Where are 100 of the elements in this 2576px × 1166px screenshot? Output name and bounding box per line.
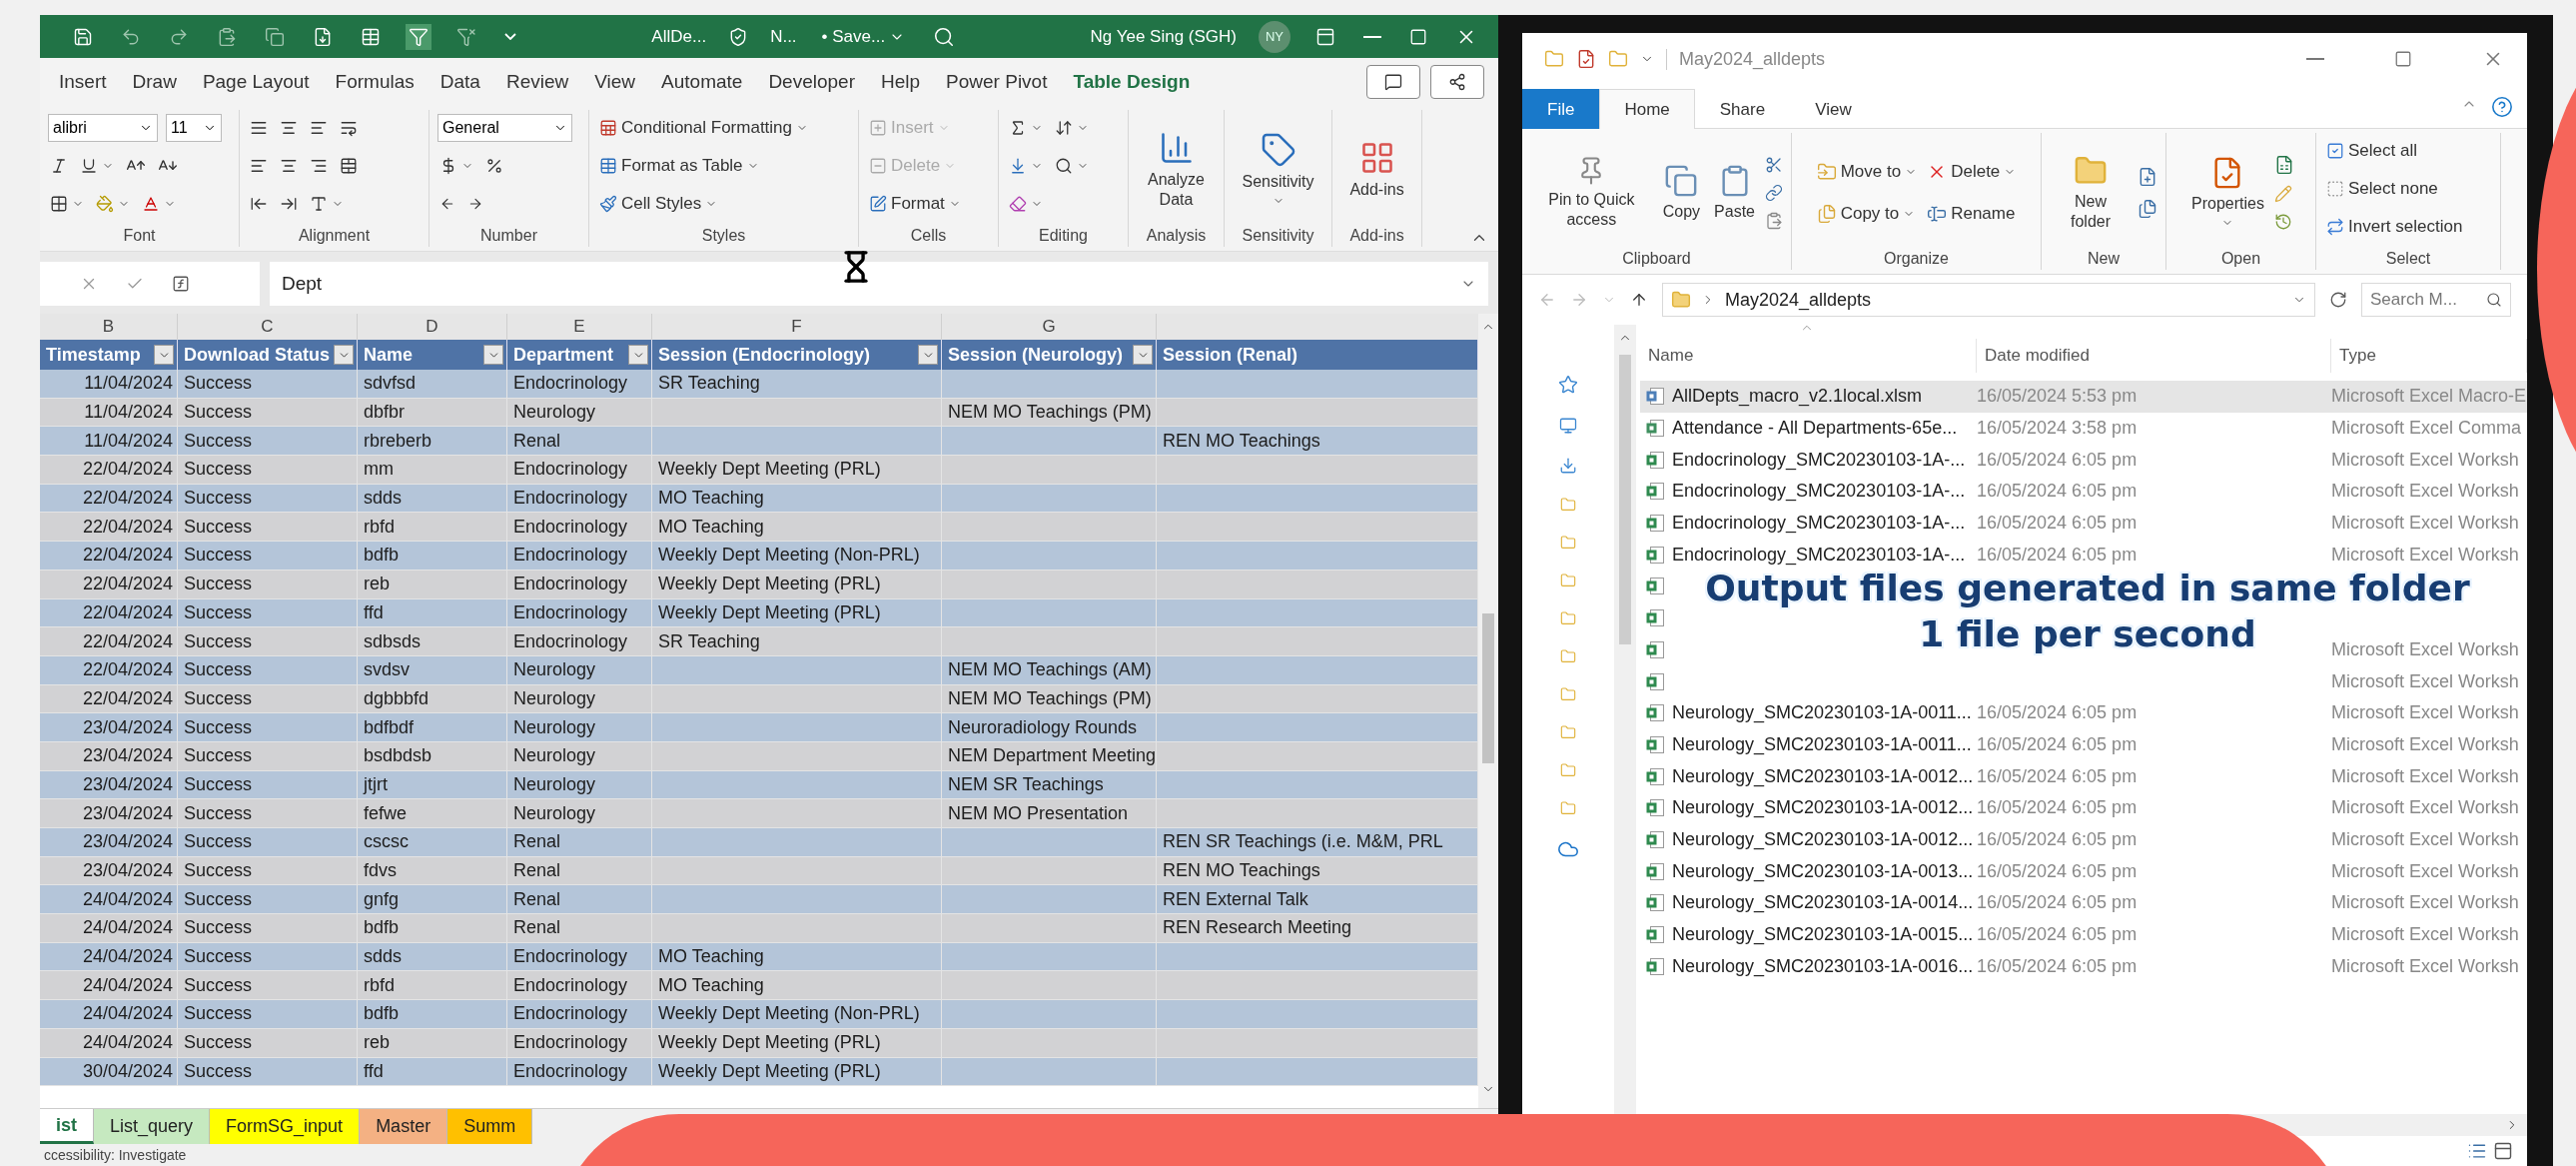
column-header[interactable]: Name	[1648, 346, 1694, 366]
date-modified: 16/05/2024 6:05 pm	[1977, 544, 2138, 565]
ribbon-tab[interactable]: Help	[868, 71, 934, 93]
downloads-icon[interactable]	[1559, 457, 1577, 475]
ribbon-tab[interactable]: Data	[427, 71, 493, 93]
ribbon-tab[interactable]: Review	[492, 71, 582, 93]
file-name[interactable]: Endocrinology_SMC20230103-1A-...	[1672, 544, 1966, 566]
sheet-tab[interactable]: List_query	[94, 1109, 211, 1144]
properties-icon[interactable]	[1576, 49, 1596, 69]
file-name[interactable]: Neurology_SMC20230103-1A-0012...	[1672, 828, 1974, 850]
quick-access-icon[interactable]	[1558, 375, 1578, 395]
paste-button[interactable]: Paste	[1710, 159, 1759, 226]
selected-row[interactable]: AllDepts_macro_v2.1local.xlsm 16/05/2024 5:53 pm Microsoft Excel Macro-E	[1640, 381, 2527, 413]
insert-function-icon[interactable]	[172, 275, 190, 293]
select-button[interactable]: Select none	[2324, 177, 2440, 201]
file-name[interactable]: Endocrinology_SMC20230103-1A-...	[1672, 449, 1966, 471]
copy-button[interactable]: Copy	[1658, 159, 1705, 226]
easy-access-icon[interactable]	[2138, 198, 2157, 219]
file-name[interactable]: Neurology_SMC20230103-1A-0016...	[1672, 955, 1974, 977]
styles-button[interactable]: Conditional Formatting	[597, 116, 811, 140]
new-item-icon[interactable]	[2138, 166, 2157, 187]
delete-button[interactable]: Delete	[1925, 159, 2019, 184]
cells-button[interactable]: Format	[867, 192, 963, 216]
ribbon-tab[interactable]: Table Design	[1060, 71, 1204, 93]
filter-button[interactable]	[406, 23, 431, 50]
file-type: Microsoft Excel Worksh	[2331, 860, 2519, 881]
spreadsheet-file-icon	[1646, 388, 1664, 406]
select-button[interactable]: Invert selection	[2324, 215, 2465, 239]
rename-button[interactable]: Rename	[1925, 201, 2019, 226]
borders-icon	[50, 195, 68, 213]
ribbon-tab[interactable]: View	[581, 71, 649, 93]
file-name[interactable]: Neurology_SMC20230103-1A-0014...	[1672, 892, 1974, 914]
timestamp-cell: 30/04/2024	[40, 1057, 178, 1087]
minimize-button[interactable]	[2303, 55, 2327, 63]
ribbon-tab[interactable]: File	[1522, 89, 1600, 129]
ribbon-tab[interactable]: View	[1790, 89, 1877, 129]
properties-button[interactable]: Properties	[2187, 151, 2268, 234]
sheet-tab[interactable]: FormSG_input	[210, 1109, 361, 1144]
column-header[interactable]: Type	[2339, 346, 2376, 366]
desktop-icon[interactable]	[1559, 417, 1577, 435]
scrollbar-thumb[interactable]	[1482, 612, 1494, 763]
file-type: Microsoft Excel Worksh	[2331, 481, 2519, 502]
add-ins-button[interactable]: Add-ins	[1345, 135, 1408, 204]
share-button[interactable]	[1430, 65, 1484, 99]
help-icon[interactable]	[2491, 95, 2513, 118]
save-status-button[interactable]: • Save...	[818, 23, 909, 50]
search-field[interactable]: Search M...	[2361, 283, 2511, 317]
comments-button[interactable]	[1366, 65, 1420, 99]
date-modified: 16/05/2024 6:05 pm	[1977, 892, 2138, 913]
name-cell: bdfb	[358, 1000, 507, 1029]
font-name-dropdown[interactable]: alibri	[48, 114, 158, 142]
spreadsheet-file-icon	[1646, 704, 1664, 722]
ribbon-tab[interactable]: Share	[1694, 89, 1791, 129]
sheet-tab[interactable]: ist	[40, 1109, 94, 1144]
pin-button[interactable]: Pin to Quick access	[1530, 152, 1653, 233]
ribbon-tab[interactable]: Power Pivot	[933, 71, 1061, 93]
file-name[interactable]: Endocrinology_SMC20230103-1A-...	[1672, 481, 1966, 503]
scrollbar-thumb[interactable]	[1619, 355, 1631, 644]
new-folder-button[interactable]: New folder	[2050, 150, 2132, 235]
user-avatar[interactable]: NY	[1259, 20, 1290, 53]
sheet-tab[interactable]: Master	[360, 1109, 448, 1144]
sheet-tab[interactable]: Summ	[447, 1109, 533, 1144]
customize-button[interactable]	[501, 30, 519, 43]
copy-path-icon[interactable]	[1765, 183, 1783, 202]
file-name[interactable]: Neurology_SMC20230103-1A-0012...	[1672, 797, 1974, 819]
file-name[interactable]: AllDepts_macro_v2.1local.xlsm	[1672, 386, 1923, 408]
up-icon[interactable]	[1630, 291, 1648, 309]
font-size-dropdown[interactable]: 11	[166, 114, 222, 142]
file-name[interactable]: Neurology_SMC20230103-1A-0015...	[1672, 924, 1974, 946]
refresh-icon[interactable]	[2329, 291, 2347, 309]
move-to-button[interactable]: Move to	[1814, 159, 1920, 184]
file-name[interactable]: Attendance - All Departments-65e...	[1672, 418, 1958, 440]
address-bar[interactable]: May2024_alldepts	[1662, 283, 2315, 317]
file-name[interactable]: Neurology_SMC20230103-1A-0013...	[1672, 860, 1974, 882]
ribbon-tab[interactable]: Formulas	[322, 71, 428, 93]
ribbon-tab[interactable]: Automate	[648, 71, 756, 93]
name-cell: bdfbdf	[358, 713, 507, 742]
styles-button[interactable]: Format as Table	[597, 154, 761, 178]
paste-shortcut-icon[interactable]	[1765, 211, 1783, 230]
cut-icon[interactable]	[1765, 155, 1783, 174]
sensitivity-button[interactable]: Sensitivity	[1238, 127, 1318, 212]
details-view-icon[interactable]	[2467, 1141, 2487, 1161]
file-name[interactable]: Neurology_SMC20230103-1A-0012...	[1672, 765, 1974, 787]
file-name[interactable]: Endocrinology_SMC20230103-1A-...	[1672, 513, 1966, 535]
column-header: Session (Renal)	[1163, 344, 1298, 366]
column-header[interactable]: Date modified	[1985, 346, 2090, 366]
history-icon[interactable]	[2273, 212, 2292, 231]
ribbon-tab[interactable]: Developer	[755, 71, 868, 93]
ribbon-tab[interactable]: Draw	[119, 71, 190, 93]
large-icons-view-icon[interactable]	[2493, 1141, 2513, 1161]
copy-to-button[interactable]: Copy to	[1814, 201, 1920, 226]
analyze-data-button[interactable]: Analyze Data	[1137, 126, 1216, 213]
ribbon-tab[interactable]: Page Layout	[189, 71, 323, 93]
select-button[interactable]: Select all	[2324, 139, 2419, 163]
file-name[interactable]: Neurology_SMC20230103-1A-0011...	[1672, 733, 1972, 755]
ribbon-tab[interactable]: Insert	[46, 71, 120, 93]
file-name[interactable]: Neurology_SMC20230103-1A-0011...	[1672, 702, 1972, 724]
number-format-dropdown[interactable]: General	[437, 114, 572, 142]
styles-button[interactable]: Cell Styles	[597, 192, 720, 216]
ribbon-tab[interactable]: Home	[1599, 89, 1695, 129]
